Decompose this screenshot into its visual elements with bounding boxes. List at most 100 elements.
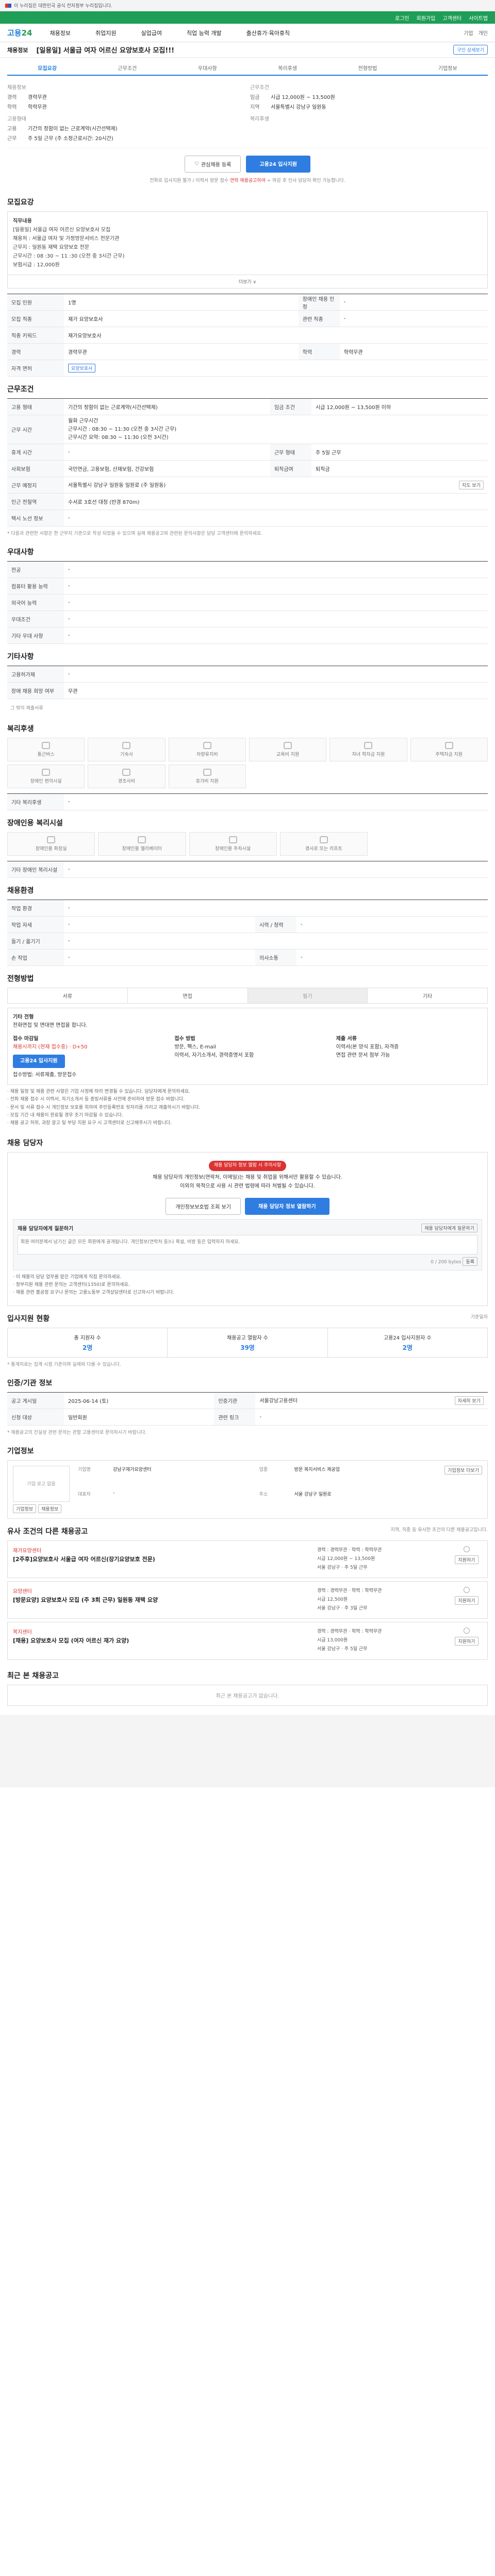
facility-card: 경사로 또는 리프트	[279, 832, 368, 856]
section-title-preferences: 우대사항	[7, 548, 34, 556]
scrap-button[interactable]: ♡ 관심채용 등록	[185, 156, 241, 173]
more-button[interactable]: 더보기 ∨	[7, 275, 488, 289]
personal-link[interactable]: 개인	[478, 29, 488, 37]
company-more-button[interactable]: 기업정보 더보기	[444, 1465, 482, 1475]
welfare-card: 휴가비 지원	[168, 765, 246, 788]
heart-icon[interactable]	[464, 1546, 470, 1552]
welfare-card: 자녀 학자금 지원	[329, 738, 407, 761]
preferences-table: 전공 - 컴퓨터 활용 능력 - 외국어 능력 - 우대조건 - 기타 우대 사항 -	[7, 561, 488, 644]
disability-other: 기타 장애인 복리시설 -	[7, 861, 488, 878]
plane-icon	[203, 769, 211, 776]
list-item[interactable]: 재가요양센터 [2주후]요양보호사 서울급 여자 어르신(장기요양보호 전문) 경…	[7, 1540, 488, 1578]
tab-conditions[interactable]: 근무조건	[87, 61, 167, 75]
apply-button[interactable]: 고용24 입사지원	[246, 156, 310, 173]
section-title-recruit: 모집요강	[7, 198, 34, 207]
tab-selection[interactable]: 전형방법	[327, 61, 407, 75]
recent-empty: 최근 본 채용공고가 없습니다.	[7, 1684, 488, 1706]
recruit-table: 모집 인원 1명 장애인 채용 인정 - 모집 직종 재가 요양보호사 관련 직종 - 직종…	[7, 294, 488, 377]
utility-nav: 로그인 회원가입 고객센터 사이트맵	[0, 11, 495, 24]
section-title-welfare: 복리후생	[7, 725, 34, 733]
welfare-card: 주택자금 지원	[410, 738, 488, 761]
step-other: 기타	[422, 994, 433, 999]
login-link[interactable]: 로그인	[395, 14, 409, 22]
facility-card: 장애인용 주차시설	[189, 832, 277, 856]
heart-icon: ♡	[194, 161, 199, 167]
coin-icon	[444, 742, 453, 749]
detail-view-button[interactable]: 구인 상세보기	[453, 45, 488, 55]
selection-steps: 서류 면접 필기 기타	[7, 988, 488, 1004]
tab-preferences[interactable]: 우대사항	[168, 61, 248, 75]
map-button[interactable]: 지도 보기	[459, 481, 484, 489]
gov-banner: 이 누리집은 대한민국 공식 전자정부 누리집입니다.	[0, 0, 495, 11]
company-link[interactable]: 기업	[464, 29, 473, 37]
apply-note: 전화로 입사지원 불가 / 이력서 방문 접수 연락 채용공고하여 + 마감 후…	[150, 178, 345, 183]
gnb-leave[interactable]: 출산휴가·육아휴직	[246, 29, 290, 37]
wheelchair-icon	[42, 769, 51, 776]
tab-company[interactable]: 기업정보	[408, 61, 488, 75]
section-title-contact: 채용 담당자	[7, 1139, 43, 1148]
book-icon	[284, 742, 292, 749]
support-link[interactable]: 고객센터	[442, 14, 461, 22]
facility-card: 장애인용 화장실	[7, 832, 95, 856]
tab-welfare[interactable]: 복리후생	[248, 61, 327, 75]
welfare-card: 통근버스	[7, 738, 85, 761]
cert-detail-button[interactable]: 자세히 보기	[454, 1396, 484, 1405]
gnb-support[interactable]: 취업지원	[95, 29, 116, 37]
section-title-conditions: 근무조건	[7, 385, 34, 394]
gnb-jobs[interactable]: 채용정보	[50, 29, 70, 37]
section-title-recent: 최근 본 채용공고	[7, 1671, 59, 1680]
site-logo[interactable]: 고용24	[7, 27, 32, 38]
page-footer	[0, 1715, 495, 1787]
gnb-training[interactable]: 직업 능력 개발	[187, 29, 222, 37]
section-tabs: 모집요강 근무조건 우대사항 복리후생 전형방법 기업정보	[7, 61, 488, 76]
question-input[interactable]	[18, 1234, 477, 1255]
heart-icon[interactable]	[464, 1586, 470, 1593]
ask-button[interactable]: 채용 담당자에게 질문하기	[421, 1223, 477, 1232]
disability-grid: 장애인용 화장실 장애인용 엘리베이터 장애인용 주차시설 경사로 또는 리프트	[7, 832, 368, 856]
gift-icon	[122, 769, 131, 776]
heart-icon[interactable]	[464, 1628, 470, 1634]
list-item[interactable]: 복지센터 [채용] 요양보호사 모집 (여자 어르신 재가 요양) 경력 : 경력…	[7, 1622, 488, 1660]
list-item[interactable]: 요양센터 [방문요양] 요양보호사 모집 (주 3회 근무) 일원동 재택 요양 …	[7, 1581, 488, 1619]
welfare-card: 차량유지비	[168, 738, 246, 761]
selection-notes: · 채용 일정 및 채용 관련 사항은 기업 사정에 따라 변경될 수 있습니다…	[7, 1089, 201, 1126]
section-title-etc: 기타사항	[7, 653, 34, 661]
byte-counter: 0 / 200 bytes	[431, 1259, 461, 1265]
summary-recruit-title: 채용정보	[7, 85, 26, 91]
company-info-button[interactable]: 기업정보	[13, 1504, 37, 1513]
section-title-selection: 전형방법	[7, 975, 34, 983]
applicant-stats: 총 지원자 수 2명 채용공고 열람자 수 39명 고용24 입사지원자 수 2명	[7, 1327, 488, 1358]
global-nav: 채용정보 취업지원 실업급여 직업 능력 개발 출산휴가·육아휴직	[50, 29, 290, 37]
breadcrumb-category: 채용정보	[7, 46, 28, 54]
step-documents: 서류	[8, 988, 128, 1003]
welfare-other: 기타 복리후생 -	[7, 793, 488, 810]
similar-apply-button[interactable]: 지원하기	[455, 1596, 478, 1605]
section-title-cert: 인증/기관 정보	[7, 1379, 53, 1387]
selection-apply-button[interactable]: 고용24 입사지원	[13, 1055, 65, 1068]
step-interview: 면접	[128, 988, 248, 1003]
section-title-environment: 채용환경	[7, 887, 34, 895]
breadcrumb: 채용정보 [일용일] 서울급 여자 어르신 요양보호사 모집!!! 구인 상세보…	[0, 42, 495, 58]
question-submit-button[interactable]: 등록	[463, 1257, 477, 1266]
similar-apply-button[interactable]: 지원하기	[455, 1637, 478, 1646]
gnb-benefits[interactable]: 실업급여	[141, 29, 161, 37]
cap-icon	[364, 742, 373, 749]
user-type-switch: 기업 개인	[464, 29, 488, 37]
etc-table: 고용허가제 - 장애 채용 희망 여부 무관	[7, 666, 488, 699]
similar-apply-button[interactable]: 지원하기	[455, 1555, 478, 1564]
view-contact-button[interactable]: 채용 담당자 정보 열람하기	[244, 1197, 329, 1215]
elevator-icon	[138, 836, 146, 843]
parking-icon	[228, 836, 237, 843]
company-jobs-button[interactable]: 채용정보	[38, 1504, 62, 1513]
ramp-icon	[319, 836, 328, 843]
signup-link[interactable]: 회원가입	[417, 14, 436, 22]
apply-actions: ♡ 관심채용 등록 고용24 입사지원	[7, 148, 488, 177]
contact-box: 채용 담당자 정보 열람 시 주의사항 채용 담당자의 개인정보(연락처, 이메…	[7, 1152, 488, 1306]
tab-recruit[interactable]: 모집요강	[7, 61, 87, 75]
company-logo: 기업 로고 없음	[13, 1465, 70, 1502]
main-header: 고용24 채용정보 취업지원 실업급여 직업 능력 개발 출산휴가·육아휴직 기…	[0, 24, 495, 42]
cert-table: 공고 게시일 2025-06-14 (토) 인증기관 서울강남고용센터 자세히 보기 …	[7, 1392, 488, 1426]
korea-flag-icon	[5, 3, 11, 8]
privacy-law-button[interactable]: 개인정보보호법 조회 보기	[166, 1197, 241, 1215]
sitemap-link[interactable]: 사이트맵	[469, 14, 488, 22]
